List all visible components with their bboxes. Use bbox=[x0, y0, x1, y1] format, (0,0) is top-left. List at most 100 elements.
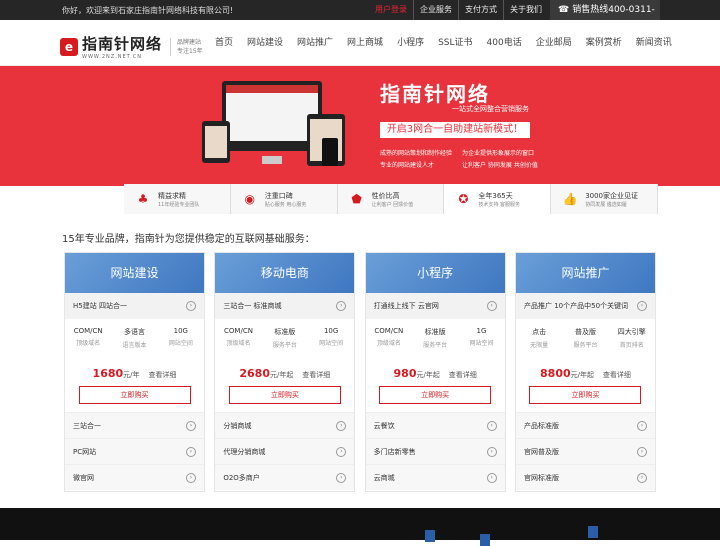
banner-title: 指南针网络 bbox=[380, 82, 490, 106]
card-price: 1680元/年 查看详细 bbox=[65, 367, 204, 380]
list-item[interactable]: O2O多商户 › bbox=[215, 464, 355, 490]
list-item-label: 云商城 bbox=[373, 474, 395, 482]
card-specs: COM/CN 顶级域名 标准版 服务平台 1G 网站空间 bbox=[366, 319, 505, 365]
spec-label: 网站空间 bbox=[319, 340, 344, 347]
payment-link[interactable]: 支付方式 bbox=[458, 0, 503, 20]
list-item-label: 官网普及版 bbox=[523, 448, 559, 456]
chevron-right-icon: › bbox=[186, 473, 196, 483]
price-value: 2680 bbox=[239, 367, 270, 380]
list-item-label: 分销商城 bbox=[223, 422, 252, 430]
list-item[interactable]: PC网站 › bbox=[65, 438, 204, 464]
logo-name: 指南针网络 bbox=[82, 35, 163, 53]
top-bar: 你好，欢迎来到石家庄指南针网络科技有限公司! 用户登录 企业服务 支付方式 关于… bbox=[0, 0, 720, 35]
spec-value: 标准版 bbox=[424, 328, 446, 336]
list-item[interactable]: 云餐饮 › bbox=[365, 412, 505, 438]
nav-promotion[interactable]: 网站推广 bbox=[290, 20, 340, 66]
card-feature-row[interactable]: 产品推广 10个产品中50个关键词 › bbox=[515, 293, 655, 319]
nav-ssl[interactable]: SSL证书 bbox=[431, 20, 479, 66]
chevron-right-icon: › bbox=[186, 301, 196, 311]
spec-value: COM/CN bbox=[73, 327, 103, 335]
header: e 指南针网络 WWW.2NZ.NET.CN 品牌建站 专注15年 首页 网站建… bbox=[0, 20, 720, 66]
nav-miniprogram[interactable]: 小程序 bbox=[390, 20, 431, 66]
chevron-right-icon: › bbox=[186, 421, 196, 431]
list-item[interactable]: 云商城 › bbox=[365, 464, 505, 490]
list-item[interactable]: 多门店新零售 › bbox=[365, 438, 505, 464]
list-item[interactable]: 官网普及版 › bbox=[515, 438, 655, 464]
card-feature-row[interactable]: 三站合一 标准商城 › bbox=[215, 293, 355, 319]
card-title[interactable]: 移动电商 bbox=[215, 253, 355, 293]
feature-title: 全年365天 bbox=[478, 191, 513, 200]
enterprise-service-link[interactable]: 企业服务 bbox=[413, 0, 458, 20]
logo-mark-icon: e bbox=[60, 37, 78, 56]
feature-item: ⬟ 性价比高 让利客户 回馈价值 bbox=[338, 184, 445, 214]
chevron-right-icon: › bbox=[336, 447, 347, 457]
team-icon: ♣ bbox=[137, 192, 149, 206]
login-link[interactable]: 用户登录 bbox=[369, 0, 413, 20]
chevron-right-icon: › bbox=[336, 421, 347, 431]
spec-label: 网站空间 bbox=[168, 340, 193, 347]
price-value: 8800 bbox=[540, 367, 571, 380]
spec-label: 无限量 bbox=[530, 342, 549, 349]
detail-link[interactable]: 查看详细 bbox=[449, 371, 477, 379]
card-price: 8800元/年起 查看详细 bbox=[516, 367, 655, 380]
list-item[interactable]: 产品标准版 › bbox=[515, 412, 655, 438]
slogan-line-2: 专注15年 bbox=[177, 47, 203, 55]
card-specs: 点击 无限量 普及版 服务平台 四大引擎 首页排名 bbox=[516, 319, 655, 365]
card-list: 云餐饮 › 多门店新零售 › 云商城 › bbox=[365, 412, 505, 490]
card-feature-row[interactable]: H5建站 四站合一 › bbox=[65, 293, 204, 319]
spec-value: 四大引擎 bbox=[617, 328, 646, 336]
nav-mail[interactable]: 企业邮局 bbox=[529, 20, 579, 66]
card-title[interactable]: 小程序 bbox=[365, 253, 505, 293]
card-title[interactable]: 网站建设 bbox=[65, 253, 204, 293]
detail-link[interactable]: 查看详细 bbox=[302, 371, 330, 379]
spec-value: COM/CN bbox=[224, 327, 253, 335]
logo[interactable]: e 指南针网络 WWW.2NZ.NET.CN 品牌建站 专注15年 bbox=[60, 33, 203, 60]
nav-home[interactable]: 首页 bbox=[208, 20, 240, 66]
card-title[interactable]: 网站推广 bbox=[515, 253, 655, 293]
feature-strip: ♣ 精益求精 11年经验专业团队 ◉ 注重口碑 贴心服务 用心服务 ⬟ 性价比高 让利客户 … bbox=[124, 184, 658, 214]
banner-feature: 让利客户 协同发展 共创价值 bbox=[462, 162, 538, 169]
price-unit: 元/年起 bbox=[570, 371, 595, 379]
banner-pill: 开启3网合一自助建站新模式！ bbox=[380, 122, 530, 138]
feature-desc: 贴心服务 用心服务 bbox=[264, 201, 307, 208]
card-list: 产品标准版 › 官网普及版 › 官网标准版 › bbox=[515, 412, 655, 490]
list-item[interactable]: 微官网 › bbox=[65, 464, 204, 490]
buy-button[interactable]: 立即购买 bbox=[78, 386, 191, 404]
service-card: 网站建设 H5建站 四站合一 › COM/CN 顶级域名 多语言 语言版本 10G 网站… bbox=[64, 252, 205, 492]
spec-label: 网站空间 bbox=[469, 340, 494, 347]
chevron-right-icon: › bbox=[636, 301, 647, 311]
buy-button[interactable]: 立即购买 bbox=[379, 386, 492, 404]
chevron-right-icon: › bbox=[336, 473, 347, 483]
list-item[interactable]: 三站合一 › bbox=[65, 412, 204, 438]
list-item[interactable]: 代理分销商城 › bbox=[215, 438, 355, 464]
detail-link[interactable]: 查看详细 bbox=[603, 371, 631, 379]
list-item[interactable]: 分销商城 › bbox=[215, 412, 355, 438]
nav-news[interactable]: 新闻资讯 bbox=[629, 20, 679, 66]
list-item[interactable]: 官网标准版 › bbox=[515, 464, 655, 490]
nav-website[interactable]: 网站建设 bbox=[240, 20, 290, 66]
about-link[interactable]: 关于我们 bbox=[503, 0, 548, 20]
buy-button[interactable]: 立即购买 bbox=[529, 386, 642, 404]
card-feature-text: 三站合一 标准商城 bbox=[223, 302, 282, 310]
spec-value: 10G bbox=[323, 327, 339, 335]
top-links: 用户登录 企业服务 支付方式 关于我们 bbox=[369, 0, 548, 20]
spec-value: 标准版 bbox=[274, 328, 296, 336]
card-feature-row[interactable]: 打通线上线下 云官网 › bbox=[365, 293, 505, 319]
cube-decoration bbox=[425, 530, 435, 542]
hero-banner[interactable]: 指南针网络 一站式全网整合营销服务 开启3网合一自助建站新模式！ 成熟的网站策划… bbox=[0, 66, 720, 186]
nav-mall[interactable]: 网上商城 bbox=[340, 20, 390, 66]
phone-icon: ☎ bbox=[558, 5, 570, 15]
list-item-label: 三站合一 bbox=[73, 422, 101, 430]
footer-band bbox=[0, 508, 720, 546]
nav-cases[interactable]: 案例赏析 bbox=[579, 20, 629, 66]
feature-item: 👍 3000家企业见证 协同发展 遴选如履 bbox=[551, 184, 658, 214]
detail-link[interactable]: 查看详细 bbox=[148, 371, 176, 379]
devices-illustration bbox=[202, 76, 362, 181]
main-nav: 首页 网站建设 网站推广 网上商城 小程序 SSL证书 400电话 企业邮局 案… bbox=[208, 20, 679, 66]
nav-400[interactable]: 400电话 bbox=[480, 20, 529, 66]
price-unit: 元/年 bbox=[123, 371, 140, 379]
feature-desc: 协同发展 遴选如履 bbox=[585, 201, 627, 208]
buy-button[interactable]: 立即购买 bbox=[228, 386, 341, 404]
spec-label: 服务平台 bbox=[573, 342, 598, 349]
price-unit: 元/年起 bbox=[416, 371, 440, 379]
